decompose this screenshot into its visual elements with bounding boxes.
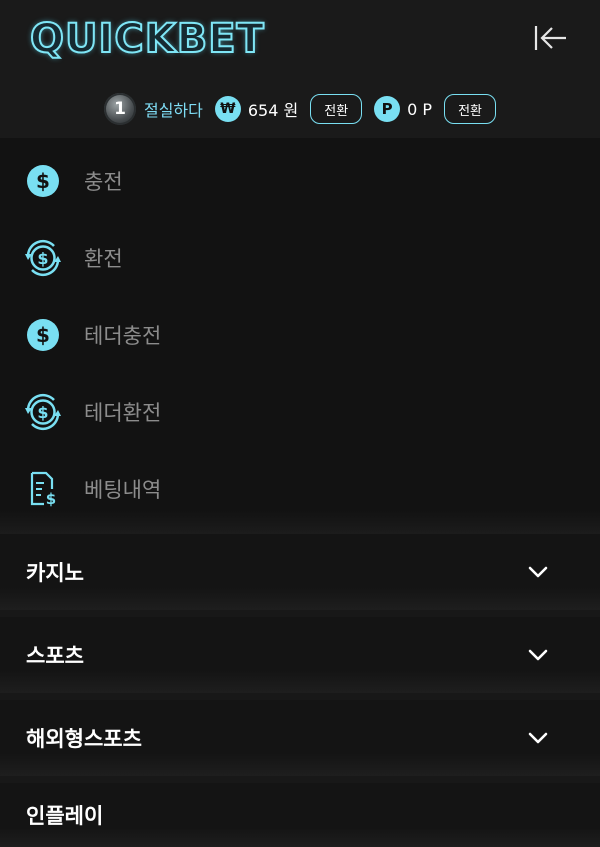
section-casino[interactable]: 카지노 bbox=[0, 534, 600, 610]
chevron-down-icon bbox=[528, 732, 548, 744]
section-label: 해외형스포츠 bbox=[26, 727, 142, 751]
point-coin-icon: P bbox=[374, 96, 401, 122]
section-sports[interactable]: 스포츠 bbox=[0, 617, 600, 693]
section-inplay[interactable]: 인플레이 bbox=[0, 783, 600, 847]
account-menu: $ 충전 $ 환전 $ 테더충전 $ 테더환전 $ 베팅내역 bbox=[0, 138, 600, 534]
quickbet-logo[interactable]: QUICKBET bbox=[29, 15, 265, 63]
chevron-down-icon bbox=[528, 566, 548, 578]
balance-amount: 654 원 bbox=[247, 101, 299, 120]
user-info-bar: 1 절실하다 ₩ 654 원 전환 P 0 P 전환 bbox=[0, 80, 600, 138]
section-overseas-sports[interactable]: 해외형스포츠 bbox=[0, 700, 600, 776]
points-amount: 0 P bbox=[407, 99, 433, 119]
menu-item-deposit[interactable]: $ 충전 bbox=[0, 142, 600, 219]
menu-item-betting-history[interactable]: $ 베팅내역 bbox=[0, 450, 600, 527]
dollar-coin-icon: $ bbox=[24, 162, 62, 200]
menu-item-label: 환전 bbox=[84, 246, 123, 271]
menu-item-tether-deposit[interactable]: $ 테더충전 bbox=[0, 296, 600, 373]
menu-item-label: 테더환전 bbox=[84, 400, 162, 425]
section-label: 카지노 bbox=[26, 561, 84, 585]
svg-text:$: $ bbox=[36, 323, 50, 347]
dollar-exchange-icon: $ bbox=[24, 393, 62, 431]
dollar-coin-icon: $ bbox=[24, 316, 62, 354]
svg-text:$: $ bbox=[37, 403, 48, 422]
points-switch-button[interactable]: 전환 bbox=[444, 94, 496, 124]
balance-switch-button[interactable]: 전환 bbox=[310, 94, 363, 124]
receipt-dollar-icon: $ bbox=[24, 470, 62, 508]
won-coin-icon: ₩ bbox=[214, 96, 241, 122]
username: 절실하다 bbox=[143, 101, 203, 120]
dollar-exchange-icon: $ bbox=[24, 239, 62, 277]
section-label: 인플레이 bbox=[26, 804, 104, 828]
svg-text:$: $ bbox=[37, 249, 48, 268]
section-label: 스포츠 bbox=[26, 644, 84, 668]
svg-text:$: $ bbox=[46, 490, 56, 507]
menu-item-label: 베팅내역 bbox=[84, 477, 162, 502]
side-menu-panel: QUICKBET 1 절실하다 ₩ 654 원 전환 P 0 P 전환 $ 충전… bbox=[0, 0, 600, 847]
collapse-arrow-left-icon bbox=[534, 26, 566, 50]
close-menu-button[interactable] bbox=[530, 20, 570, 56]
menu-header: QUICKBET bbox=[0, 0, 600, 80]
menu-item-tether-withdraw[interactable]: $ 테더환전 bbox=[0, 373, 600, 450]
menu-item-withdraw[interactable]: $ 환전 bbox=[0, 219, 600, 296]
chevron-down-icon bbox=[528, 649, 548, 661]
menu-item-label: 충전 bbox=[84, 169, 123, 194]
level-badge-icon: 1 bbox=[103, 93, 136, 125]
svg-text:$: $ bbox=[36, 169, 50, 193]
menu-item-label: 테더충전 bbox=[84, 323, 162, 348]
